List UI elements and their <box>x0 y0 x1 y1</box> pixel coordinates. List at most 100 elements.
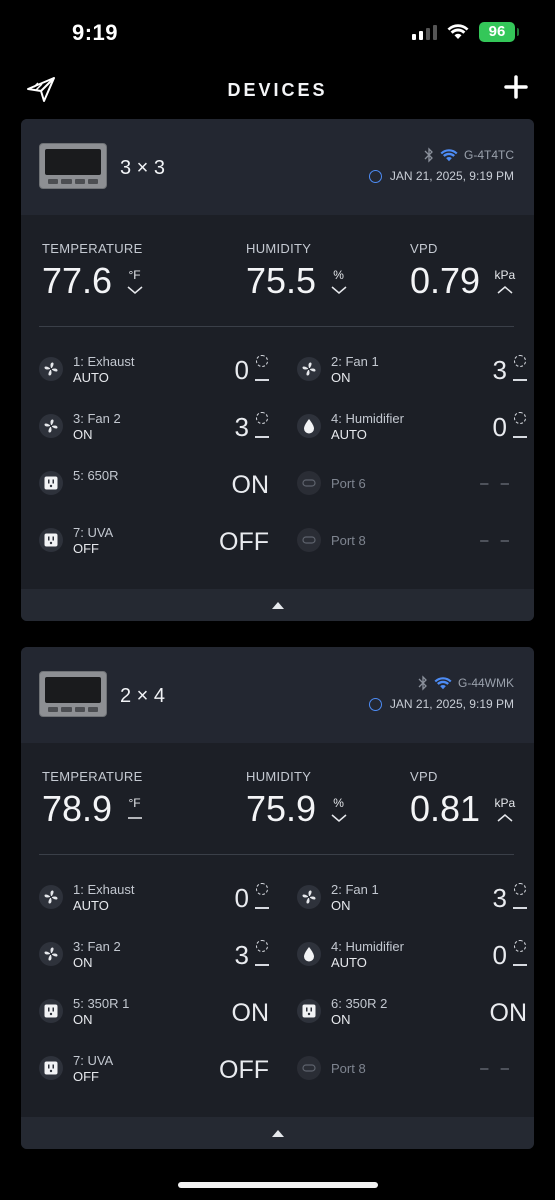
port-name: 2: Fan 1 <box>331 882 379 897</box>
temperature-metric[interactable]: TEMPERATURE 78.9 °F <box>42 769 143 830</box>
device-id: G-4T4TC <box>463 148 514 162</box>
device-card-2[interactable]: 2 × 4 G-44WMK JAN 21, 2025, 9:19 PM TEMP… <box>21 647 534 1149</box>
device-id: G-44WMK <box>457 676 514 690</box>
port-5[interactable]: 5: 350R 1 ON ON <box>39 993 269 1033</box>
collapse-button[interactable] <box>21 1117 534 1149</box>
outlet-icon <box>39 1056 63 1080</box>
humidity-value: 75.9 <box>246 788 317 829</box>
port-level: 0 <box>234 355 249 385</box>
port-8[interactable]: Port 8 – – <box>297 1050 527 1090</box>
port-7[interactable]: 7: UVA OFF OFF <box>39 522 269 562</box>
empty-port-icon <box>297 528 321 552</box>
port-name: 4: Humidifier <box>331 411 404 426</box>
port-8[interactable]: Port 8 – – <box>297 522 527 562</box>
port-mode: AUTO <box>73 898 109 913</box>
port-name: 7: UVA <box>73 525 114 540</box>
wifi-icon <box>440 148 458 161</box>
port-3[interactable]: 3: Fan 2 ON 3 <box>39 408 269 448</box>
port-3[interactable]: 3: Fan 2 ON 3 <box>39 936 269 976</box>
bluetooth-icon <box>418 675 427 691</box>
device-card-1[interactable]: 3 × 3 G-4T4TC JAN 21, 2025, 9:19 PM TEMP… <box>21 119 534 621</box>
port-name: 4: Humidifier <box>331 939 404 954</box>
vpd-metric[interactable]: VPD 0.79 kPa <box>410 241 515 302</box>
temperature-unit: °F <box>127 268 143 294</box>
port-name: 1: Exhaust <box>73 882 135 897</box>
device-name: 2 × 4 <box>120 685 166 707</box>
auto-adjust-icon <box>513 412 527 442</box>
port-level: ON <box>231 471 270 499</box>
empty-port-icon <box>297 471 321 495</box>
outlet-icon <box>39 528 63 552</box>
vpd-metric[interactable]: VPD 0.81 kPa <box>410 769 515 830</box>
add-icon[interactable] <box>501 72 531 102</box>
vpd-label: VPD <box>410 769 438 784</box>
temperature-label: TEMPERATURE <box>42 769 143 784</box>
port-1[interactable]: 1: Exhaust AUTO 0 <box>39 879 269 919</box>
vpd-value: 0.81 <box>410 788 481 829</box>
auto-adjust-icon <box>255 355 269 385</box>
port-level: 0 <box>492 412 507 442</box>
port-mode: ON <box>331 370 351 385</box>
page-title: DEVICES <box>227 80 328 100</box>
temperature-value: 77.6 <box>42 260 113 301</box>
controller-image <box>39 143 107 189</box>
outlet-icon <box>39 999 63 1023</box>
port-6[interactable]: 6: 350R 2 ON ON <box>297 993 527 1033</box>
fan-icon <box>297 885 321 909</box>
down-trend-icon <box>331 814 347 822</box>
port-4[interactable]: 4: Humidifier AUTO 0 <box>297 936 527 976</box>
status-time: 9:19 <box>72 20 119 45</box>
port-level: – – <box>480 475 513 492</box>
port-name: 5: 350R 1 <box>73 996 130 1011</box>
humidity-label: HUMIDITY <box>246 769 312 784</box>
port-2[interactable]: 2: Fan 1 ON 3 <box>297 879 527 919</box>
port-5[interactable]: 5: 650R ON <box>39 465 269 505</box>
port-level: OFF <box>219 528 269 556</box>
port-level: ON <box>231 999 270 1027</box>
device-card-header[interactable]: 3 × 3 G-4T4TC JAN 21, 2025, 9:19 PM <box>21 119 534 215</box>
collapse-button[interactable] <box>21 589 534 621</box>
down-trend-icon <box>331 286 347 294</box>
vpd-unit: kPa <box>495 796 515 822</box>
port-6[interactable]: Port 6 – – <box>297 465 527 505</box>
port-4[interactable]: 4: Humidifier AUTO 0 <box>297 408 527 448</box>
fan-icon <box>39 414 63 438</box>
home-indicator[interactable] <box>178 1182 378 1188</box>
auto-adjust-icon <box>255 883 269 913</box>
device-card-header[interactable]: 2 × 4 G-44WMK JAN 21, 2025, 9:19 PM <box>21 647 534 743</box>
temperature-metric[interactable]: TEMPERATURE 77.6 °F <box>42 241 143 302</box>
humidity-metric[interactable]: HUMIDITY 75.5 % <box>246 241 347 302</box>
auto-adjust-icon <box>255 412 269 442</box>
port-1[interactable]: 1: Exhaust AUTO 0 <box>39 351 269 391</box>
temperature-unit: °F <box>127 796 143 822</box>
fan-icon <box>39 885 63 909</box>
port-level: 3 <box>492 355 507 385</box>
bluetooth-icon <box>424 147 433 163</box>
humidity-unit: % <box>331 796 347 822</box>
port-level: – – <box>480 1060 513 1077</box>
status-indicators: 96 <box>412 22 519 42</box>
port-name: Port 6 <box>331 476 366 491</box>
port-name: 6: 350R 2 <box>331 996 388 1011</box>
humidity-metric[interactable]: HUMIDITY 75.9 % <box>246 769 347 830</box>
port-name: 3: Fan 2 <box>73 939 121 954</box>
port-2[interactable]: 2: Fan 1 ON 3 <box>297 351 527 391</box>
port-name: 2: Fan 1 <box>331 354 379 369</box>
port-mode: AUTO <box>331 427 367 442</box>
port-level: 3 <box>234 940 249 970</box>
down-trend-icon <box>127 286 143 294</box>
cellular-signal-icon <box>412 24 437 40</box>
port-mode: ON <box>331 898 351 913</box>
port-7[interactable]: 7: UVA OFF OFF <box>39 1050 269 1090</box>
empty-port-icon <box>297 1056 321 1080</box>
vpd-label: VPD <box>410 241 438 256</box>
device-name: 3 × 3 <box>120 157 166 179</box>
fan-icon <box>39 942 63 966</box>
port-name: 1: Exhaust <box>73 354 135 369</box>
port-mode: AUTO <box>73 370 109 385</box>
auto-adjust-icon <box>513 355 527 385</box>
port-name: 5: 650R <box>73 468 119 483</box>
collapse-icon <box>271 1129 284 1137</box>
ports-grid: 1: Exhaust AUTO 0 2: Fan 1 ON 3 3: Fan 2 ON 3 4: … <box>21 327 534 589</box>
up-trend-icon <box>495 286 516 294</box>
